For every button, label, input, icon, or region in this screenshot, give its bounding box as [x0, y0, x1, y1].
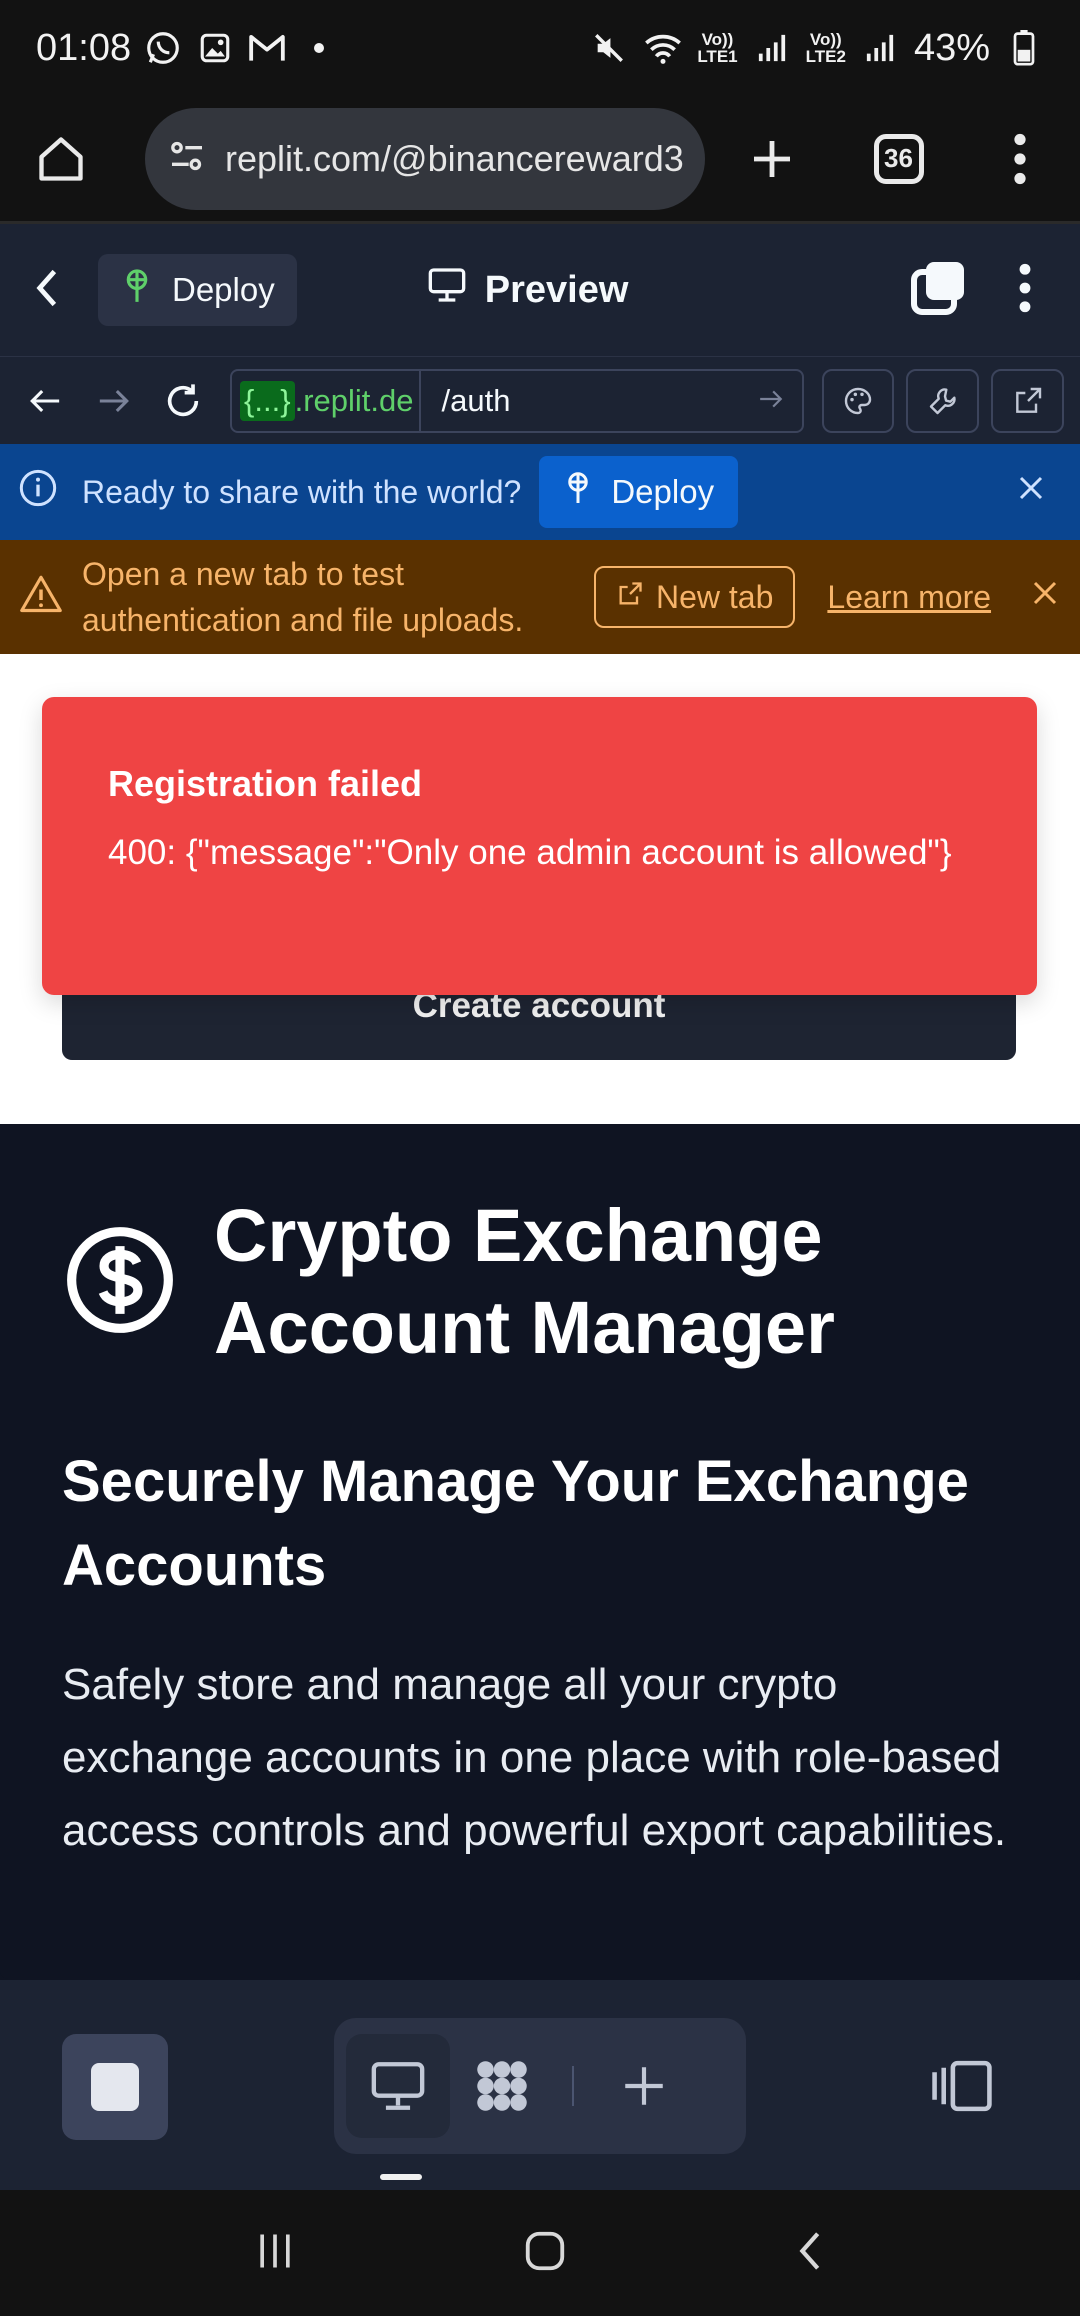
home-icon[interactable]: [20, 115, 101, 203]
webview-navbar: {...} .replit.de /auth: [0, 356, 1080, 444]
battery-percent: 43%: [913, 26, 990, 69]
dollar-icon: [62, 1222, 178, 1343]
browser-toolbar: replit.com/@binancereward34 36: [0, 96, 1080, 224]
grid-icon: [477, 2061, 527, 2111]
hero-title: Crypto Exchange Account Manager: [214, 1194, 835, 1369]
android-nav-bar: [0, 2190, 1080, 2316]
tab-switcher-button[interactable]: 36: [858, 115, 939, 203]
devtools-wrench-icon[interactable]: [906, 368, 980, 433]
warning-banner-text: Open a new tab to test authentication an…: [82, 556, 524, 638]
home-nav-icon[interactable]: [522, 2228, 568, 2279]
info-icon: [18, 468, 58, 516]
webview-back-icon[interactable]: [16, 371, 73, 431]
signal-icon: [860, 28, 900, 68]
deploy-banner-text: Ready to share with the world?: [82, 473, 522, 510]
stop-icon: [91, 2063, 139, 2111]
new-tab-button[interactable]: New tab: [594, 566, 796, 628]
hero-header: Crypto Exchange Account Manager: [62, 1190, 1080, 1374]
add-tab-button[interactable]: [592, 2034, 696, 2138]
address-bar[interactable]: replit.com/@binancereward34: [145, 107, 705, 210]
new-tab-label: New tab: [656, 578, 774, 615]
replit-menu-icon[interactable]: [1018, 263, 1032, 318]
stop-button[interactable]: [62, 2034, 168, 2140]
divider: [572, 2066, 574, 2106]
open-external-icon[interactable]: [991, 368, 1065, 433]
webview-forward-icon[interactable]: [85, 371, 142, 431]
go-arrow-icon[interactable]: [758, 383, 802, 419]
learn-more-link[interactable]: Learn more: [827, 579, 991, 616]
deploy-tab[interactable]: Deploy: [98, 254, 297, 326]
lte1-label: Vo)) LTE1: [697, 30, 738, 66]
recent-apps-icon[interactable]: [253, 2229, 297, 2278]
preview-tab[interactable]: Preview: [427, 266, 629, 314]
hero-subtitle: Securely Manage Your Exchange Accounts: [62, 1449, 969, 1598]
monitor-icon: [371, 2062, 425, 2110]
dev-domain-text: .replit.de: [294, 382, 414, 418]
gallery-icon: [195, 28, 235, 68]
webview-address-field[interactable]: {...} .replit.de /auth: [230, 368, 804, 433]
home-indicator: [380, 2174, 422, 2180]
monitor-icon: [427, 266, 467, 314]
apps-view-button[interactable]: [450, 2034, 554, 2138]
site-settings-icon[interactable]: [167, 136, 207, 181]
dot-icon: [299, 28, 339, 68]
deploy-button[interactable]: Deploy: [539, 456, 739, 528]
close-icon[interactable]: [1016, 473, 1046, 511]
warning-banner: Open a new tab to test authentication an…: [0, 540, 1080, 654]
palette-icon[interactable]: [821, 368, 895, 433]
status-time: 01:08: [36, 26, 132, 69]
external-link-icon: [616, 579, 644, 616]
deploy-icon: [563, 470, 593, 514]
path-input[interactable]: /auth: [421, 383, 757, 419]
dev-domain-brace: {...}: [240, 380, 295, 421]
plus-icon: [625, 2067, 663, 2105]
battery-icon: [1004, 28, 1044, 68]
wifi-icon: [643, 28, 683, 68]
toast-message: 400: {"message":"Only one admin account …: [108, 833, 952, 872]
side-panel-icon[interactable]: [930, 2058, 994, 2119]
preview-label: Preview: [484, 268, 629, 311]
reload-icon[interactable]: [155, 371, 212, 431]
new-tab-icon[interactable]: [731, 115, 812, 203]
browser-menu-icon[interactable]: [979, 115, 1060, 203]
deploy-tab-label: Deploy: [172, 271, 275, 308]
signal-icon: [752, 28, 792, 68]
back-nav-icon[interactable]: [793, 2228, 827, 2279]
tabs-overview-icon[interactable]: [910, 260, 966, 321]
deploy-button-label: Deploy: [611, 473, 715, 510]
lte2-label: Vo)) LTE2: [805, 30, 846, 66]
whatsapp-icon: [143, 28, 183, 68]
close-icon[interactable]: [1030, 578, 1060, 616]
deploy-icon: [120, 267, 154, 313]
status-bar: 01:08 Vo)) LTE1 Vo)) LTE2 43%: [0, 0, 1080, 96]
error-toast[interactable]: Registration failed 400: {"message":"Onl…: [42, 697, 1037, 995]
tab-count: 36: [873, 133, 924, 184]
preview-view-button[interactable]: [346, 2034, 450, 2138]
deploy-banner: Ready to share with the world? Deploy: [0, 444, 1080, 540]
toast-title: Registration failed: [108, 763, 423, 804]
url-text[interactable]: replit.com/@binancereward34: [225, 138, 683, 180]
mute-icon: [589, 28, 629, 68]
warning-icon: [20, 573, 62, 621]
view-switcher: [334, 2018, 746, 2154]
gmail-icon: [247, 28, 287, 68]
hero-description: Safely store and manage all your crypto …: [62, 1660, 1007, 1855]
back-chevron-icon[interactable]: [30, 266, 64, 315]
replit-header: Deploy Preview: [0, 224, 1080, 356]
dev-domain: {...} .replit.de: [232, 370, 422, 431]
